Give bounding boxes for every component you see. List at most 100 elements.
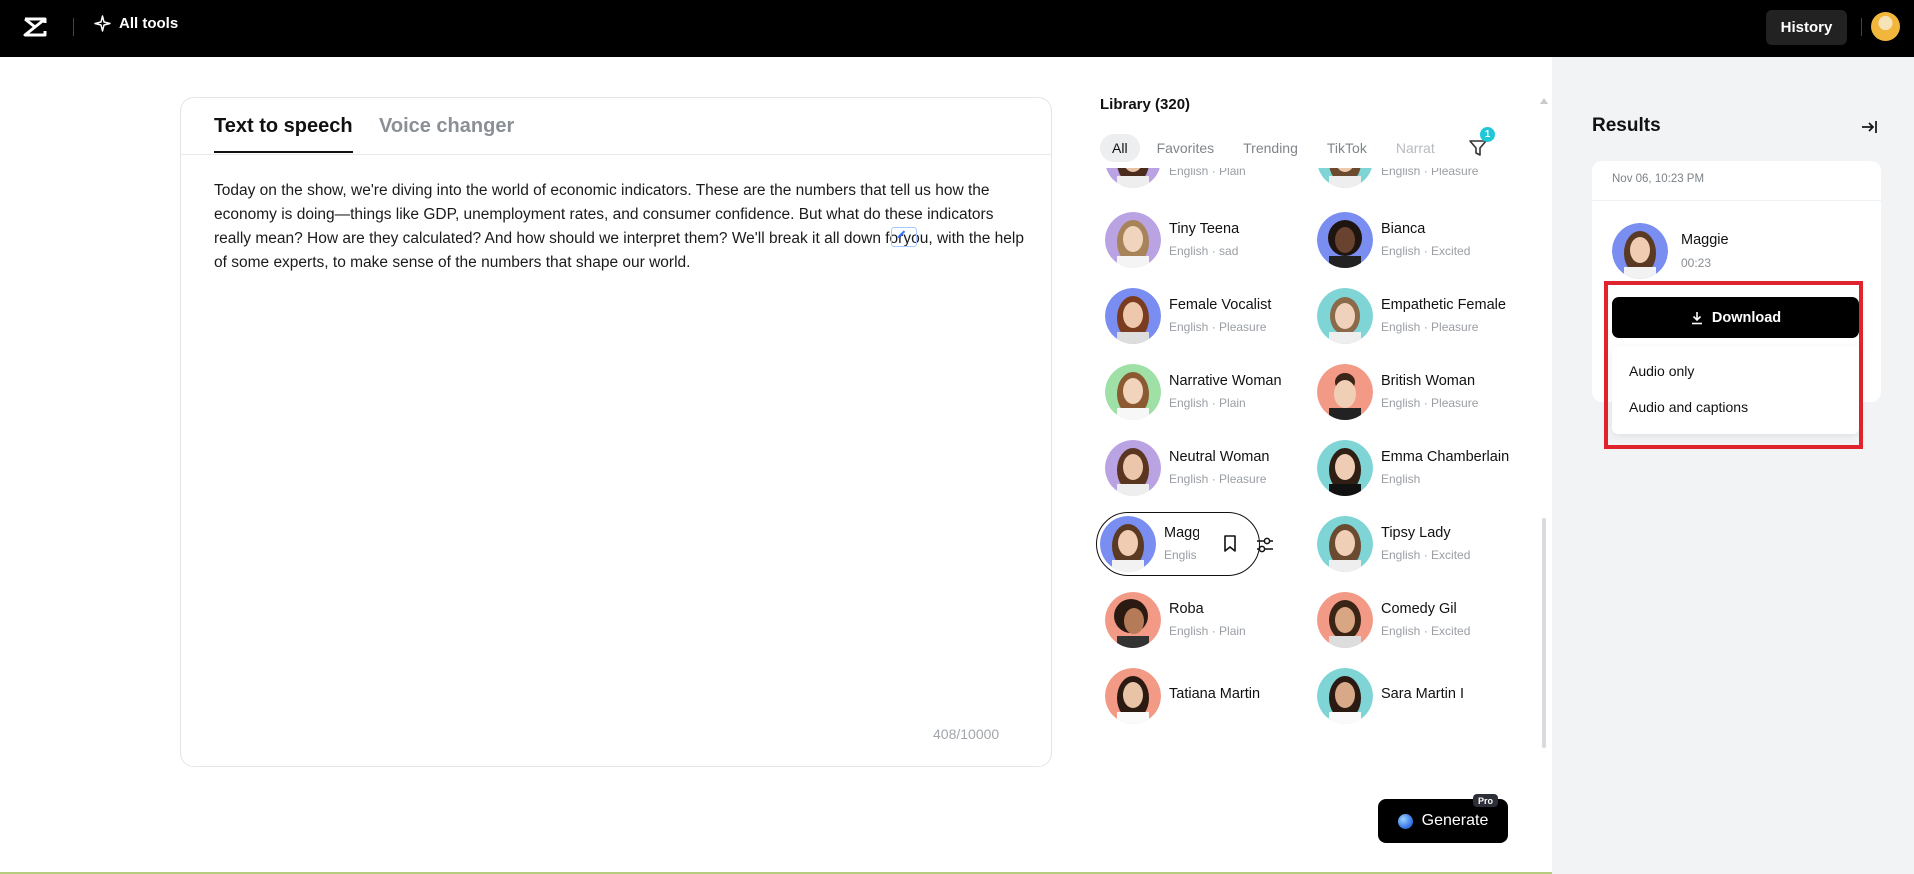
voice-item-emma-chamberlain[interactable]: Emma Chamberlain English: [1312, 436, 1517, 500]
history-button[interactable]: History: [1766, 10, 1847, 45]
voice-avatar: [1105, 212, 1161, 268]
tab-text-to-speech[interactable]: Text to speech: [214, 115, 353, 153]
voice-item-maggie-selected[interactable]: Magg Englis: [1096, 512, 1273, 576]
voice-name: Tipsy Lady: [1381, 525, 1451, 541]
filter-chip-tiktok[interactable]: TikTok: [1315, 134, 1379, 162]
voice-avatar: [1317, 364, 1373, 420]
all-tools-button[interactable]: All tools: [94, 15, 178, 32]
pause-marker-icon[interactable]: [891, 227, 918, 247]
filter-chip-narration[interactable]: Narrat: [1384, 134, 1436, 162]
voice-item-sara-martin[interactable]: Sara Martin I: [1312, 664, 1517, 728]
voice-name: British Woman: [1381, 373, 1476, 389]
voice-description: English · Pleasure: [1381, 396, 1479, 410]
voice-item-neutral-woman[interactable]: Neutral Woman English · Pleasure: [1100, 436, 1305, 500]
voice-name: Neutral Woman: [1169, 449, 1270, 465]
voice-item-bianca[interactable]: Bianca English · Excited: [1312, 208, 1517, 272]
voice-name: Female Vocalist: [1169, 297, 1272, 313]
voice-name: Empathetic Female: [1381, 297, 1506, 313]
sparkle-icon: [94, 15, 111, 32]
user-avatar[interactable]: [1871, 12, 1900, 41]
voice-description: Englis: [1164, 548, 1196, 562]
results-panel: Results Nov 06, 10:23 PM Maggie 00:23: [1552, 57, 1914, 874]
voice-avatar: [1105, 440, 1161, 496]
voice-description: English · Plain: [1169, 624, 1246, 638]
library-scrollbar[interactable]: [1540, 98, 1548, 748]
voice-avatar: [1105, 288, 1161, 344]
voice-item[interactable]: English · Plain: [1100, 168, 1305, 192]
voice-description: English · Excited: [1381, 548, 1471, 562]
voice-avatar: [1317, 668, 1373, 724]
voice-name: Bianca: [1381, 221, 1426, 237]
result-voice-avatar: [1612, 223, 1668, 279]
editor-tabs: Text to speech Voice changer: [181, 98, 1051, 155]
results-title: Results: [1592, 115, 1661, 136]
voice-description: English: [1381, 472, 1421, 486]
voice-item-tipsy-lady[interactable]: Tipsy Lady English · Excited: [1312, 512, 1517, 576]
download-button[interactable]: Download: [1612, 297, 1859, 338]
tab-voice-changer[interactable]: Voice changer: [379, 115, 514, 138]
voice-avatar: [1105, 168, 1161, 188]
voice-name: Tatiana Martin: [1169, 686, 1261, 702]
voice-avatar: [1317, 288, 1373, 344]
voice-item-empathetic-female[interactable]: Empathetic Female English · Pleasure: [1312, 284, 1517, 348]
script-text-part-1: Today on the show, we're diving into the…: [214, 182, 994, 247]
voice-item-british-woman[interactable]: British Woman English · Pleasure: [1312, 360, 1517, 424]
filter-count-badge: 1: [1480, 127, 1495, 142]
voice-avatar: [1105, 592, 1161, 648]
filter-chip-trending[interactable]: Trending: [1231, 134, 1310, 162]
voice-avatar: [1105, 668, 1161, 724]
voice-description: English · Pleasure: [1169, 472, 1267, 486]
filter-chip-all[interactable]: All: [1100, 134, 1140, 162]
editor-card: Text to speech Voice changer Today on th…: [180, 97, 1052, 767]
topbar-divider: [73, 18, 74, 36]
voice-avatar: [1317, 212, 1373, 268]
voice-description: English · Pleasure: [1381, 168, 1479, 178]
voice-description: English · Plain: [1169, 396, 1246, 410]
filter-chip-favorites[interactable]: Favorites: [1145, 134, 1227, 162]
scroll-up-arrow-icon[interactable]: [1540, 98, 1548, 104]
voice-name: Narrative Woman: [1169, 373, 1282, 389]
voice-name: Emma Chamberlain: [1381, 449, 1510, 465]
voice-description: English · Excited: [1381, 244, 1471, 258]
adjust-settings-icon[interactable]: [1255, 535, 1275, 555]
generate-orb-icon: [1397, 813, 1413, 829]
bookmark-icon[interactable]: [1223, 535, 1237, 553]
voice-item-roba[interactable]: Roba English · Plain: [1100, 588, 1305, 652]
voice-list: English · Plain English · Pleasure Tiny …: [1095, 168, 1520, 738]
library-filter-bar: All Favorites Trending TikTok Narrat: [1100, 133, 1500, 163]
result-voice-name: Maggie: [1681, 232, 1729, 248]
voice-name: Tiny Teena: [1169, 221, 1240, 237]
scrollbar-thumb[interactable]: [1542, 518, 1546, 748]
voice-description: English · sad: [1169, 244, 1239, 258]
voice-description: English · Pleasure: [1381, 320, 1479, 334]
result-date: Nov 06, 10:23 PM: [1612, 173, 1705, 185]
voice-name: Comedy Gil: [1381, 601, 1457, 617]
menu-item-audio-only[interactable]: Audio only: [1629, 363, 1694, 379]
generate-label: Generate: [1421, 812, 1489, 829]
voice-description: English · Excited: [1381, 624, 1471, 638]
voice-avatar: [1317, 168, 1373, 188]
pro-badge: Pro: [1473, 794, 1499, 807]
voice-avatar: [1317, 592, 1373, 648]
voice-avatar: [1105, 364, 1161, 420]
voice-item-narrative-woman[interactable]: Narrative Woman English · Plain: [1100, 360, 1305, 424]
pro-badge-label: Pro: [1478, 795, 1494, 806]
voice-item-tatiana-martin[interactable]: Tatiana Martin: [1100, 664, 1305, 728]
voice-avatar: [1100, 516, 1156, 572]
voice-description: English · Pleasure: [1169, 320, 1267, 334]
voice-name: Sara Martin I: [1381, 686, 1464, 702]
voice-name: Roba: [1169, 601, 1204, 617]
voice-item-female-vocalist[interactable]: Female Vocalist English · Pleasure: [1100, 284, 1305, 348]
voice-item-comedy-gil[interactable]: Comedy Gil English · Excited: [1312, 588, 1517, 652]
script-text-area[interactable]: Today on the show, we're diving into the…: [214, 179, 1024, 275]
voice-name: Magg: [1164, 525, 1199, 541]
voice-item-tiny-teena[interactable]: Tiny Teena English · sad: [1100, 208, 1305, 272]
voice-item[interactable]: English · Pleasure: [1312, 168, 1517, 192]
download-label: Download: [1711, 309, 1782, 326]
capcut-logo-icon[interactable]: [22, 14, 48, 40]
voice-avatar: [1317, 440, 1373, 496]
collapse-panel-icon[interactable]: [1859, 117, 1879, 137]
result-card-divider: [1592, 200, 1881, 201]
character-count: 408/10000: [933, 726, 1000, 742]
menu-item-audio-and-captions[interactable]: Audio and captions: [1629, 399, 1748, 415]
